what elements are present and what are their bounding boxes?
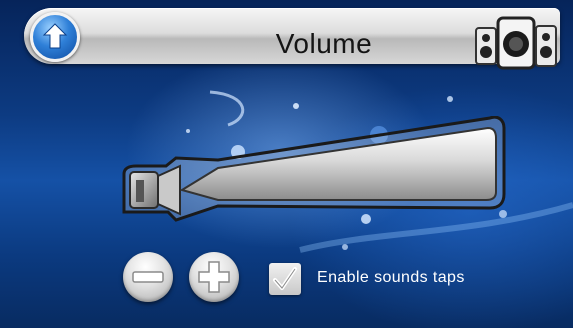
checkmark-icon [273, 267, 297, 290]
speakers-icon [475, 16, 557, 70]
volume-up-button[interactable] [189, 252, 239, 302]
volume-down-button[interactable] [123, 252, 173, 302]
minus-icon [132, 271, 164, 283]
enable-sound-taps-label[interactable]: Enable sounds taps [317, 266, 465, 290]
back-button[interactable] [30, 12, 80, 62]
enable-sound-taps-checkbox[interactable] [269, 263, 301, 295]
page-title: Volume [275, 28, 373, 59]
volume-level-slider[interactable] [118, 116, 508, 228]
volume-screen: Volume Enable sounds taps [0, 0, 573, 328]
plus-icon [198, 261, 230, 293]
back-arrow-icon [42, 23, 68, 49]
